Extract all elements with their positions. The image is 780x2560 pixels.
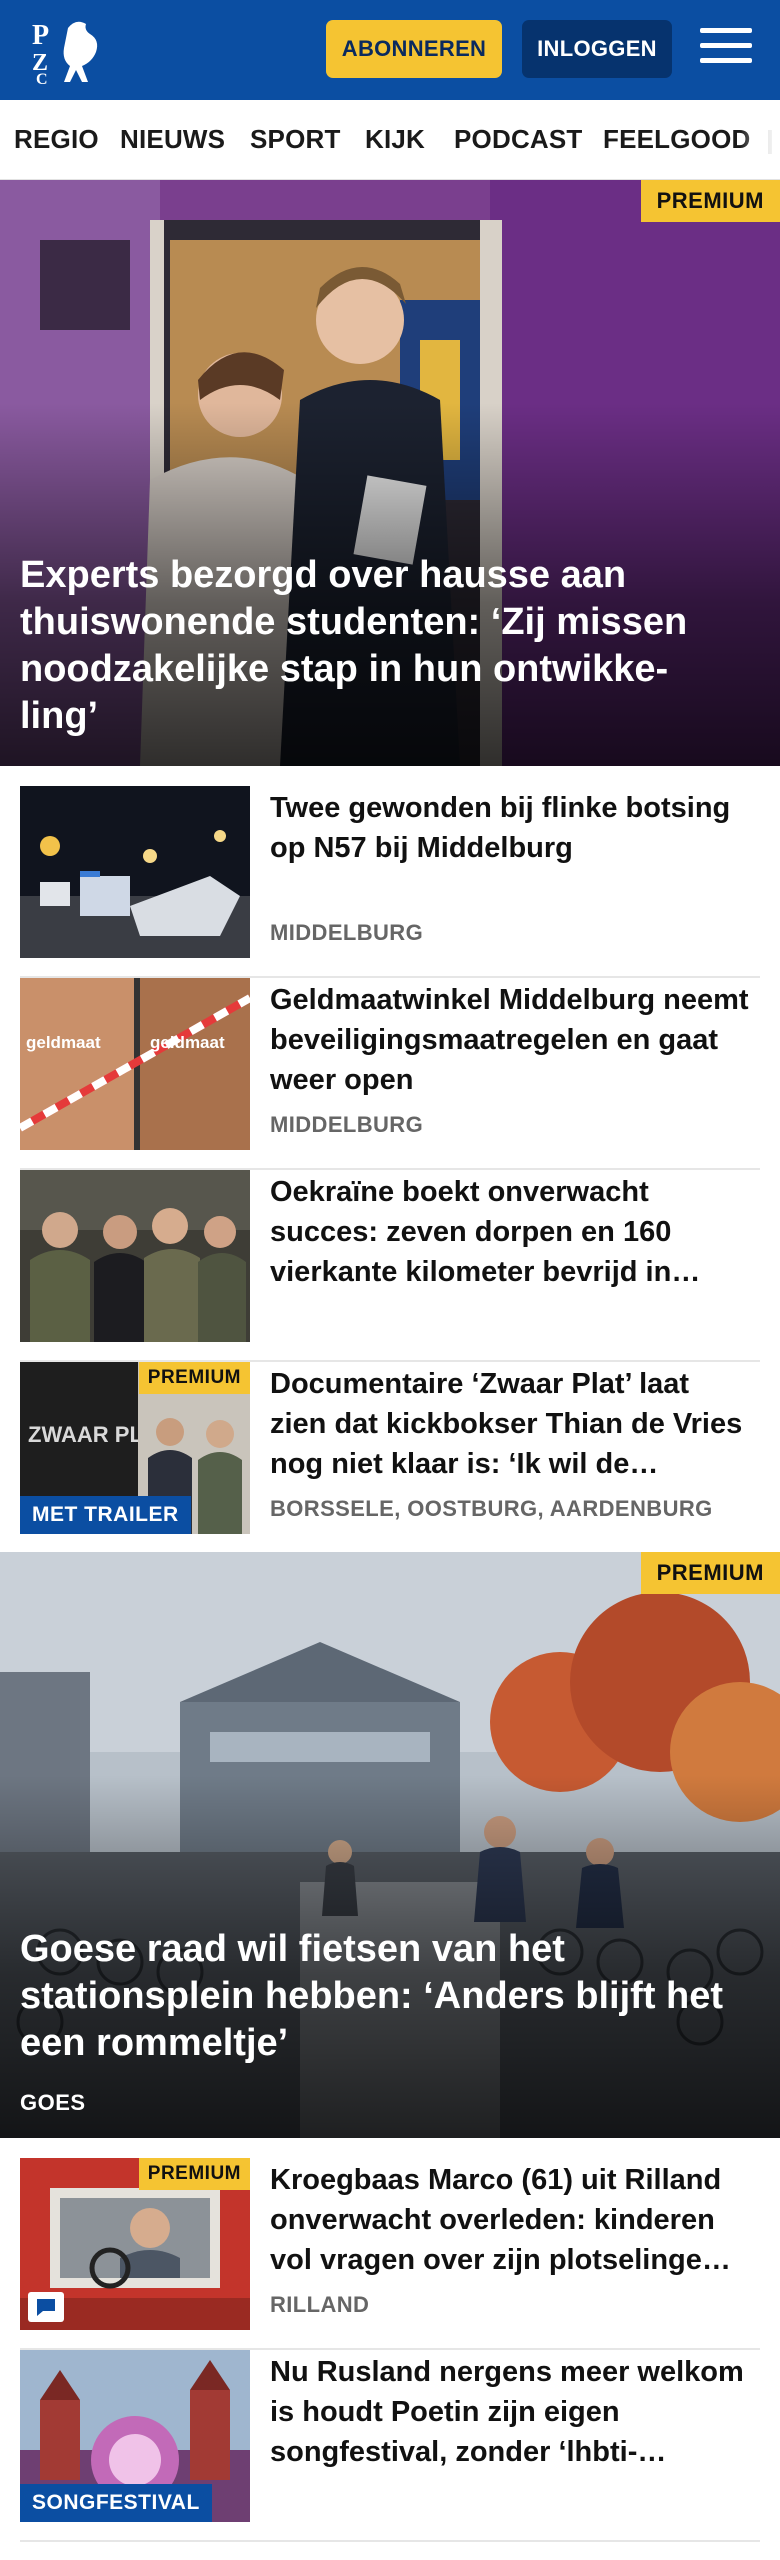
article-location: MIDDELBURG [270, 920, 424, 945]
songfestival-tag[interactable]: SONGFESTIVAL [20, 2484, 212, 2522]
hero-headline[interactable]: Goese raad wil fietsen van het stationsp… [20, 1926, 740, 2067]
thumb-text-right: geldmaat [150, 1033, 225, 1052]
nav-item-sport[interactable]: SPORT [250, 124, 341, 155]
nav-item-podcast[interactable]: PODCAST [454, 124, 583, 155]
hero-headline[interactable]: Experts bezorgd over hausse aan thuiswon… [20, 552, 740, 740]
premium-badge: PREMIUM [640, 180, 780, 222]
article-thumbnail [20, 1170, 250, 1342]
trailer-tag[interactable]: MET TRAILER [20, 1496, 191, 1534]
list-item[interactable]: SONGFESTIVAL Nu Rusland nergens meer wel… [20, 2350, 760, 2542]
article-headline[interactable]: Twee gewonden bij flinke botsing op N57 … [270, 788, 750, 868]
list-item[interactable]: geldmaat geldmaat Geldmaatwinkel Middelb… [20, 978, 760, 1170]
article-location: MIDDELBURG [270, 1112, 424, 1137]
premium-badge: PREMIUM [138, 1362, 250, 1394]
nav-item-nieuws[interactable]: NIEUWS [120, 124, 225, 155]
nav-item-feelgood[interactable]: FEELGOOD [603, 124, 751, 155]
list-item[interactable]: ZWAAR PLAT PREMIUM MET TRAILER Documenta… [20, 1362, 760, 1554]
article-thumbnail: PREMIUM [20, 2158, 250, 2330]
hamburger-menu-icon[interactable] [700, 28, 752, 72]
pzc-logo[interactable]: P Z C [28, 14, 114, 88]
login-button[interactable]: INLOGGEN [522, 20, 672, 78]
svg-text:P: P [32, 20, 49, 51]
article-headline[interactable]: Geldmaatwinkel Middelburg neemt beveilig… [270, 980, 750, 1100]
article-headline[interactable]: Nu Rusland nergens meer welkom is houdt … [270, 2352, 750, 2472]
article-thumbnail [20, 786, 250, 958]
hero-article-goes[interactable]: PREMIUM Goese raad wil fietsen van het s… [0, 1552, 780, 2138]
article-location: BORSSELE, OOSTBURG, AARDENBURG [270, 1496, 713, 1521]
premium-badge: PREMIUM [640, 1552, 780, 1594]
article-headline[interactable]: Kroegbaas Marco (61) uit Rilland onverwa… [270, 2160, 750, 2280]
thumb-text-left: geldmaat [26, 1033, 101, 1052]
list-item[interactable]: Oekraïne boekt onverwacht succes: zeven … [20, 1170, 760, 1362]
nav-fade [740, 100, 780, 179]
hero-article-students[interactable]: PREMIUM Experts bezorgd over hausse aan … [0, 180, 780, 766]
svg-text:C: C [36, 71, 48, 86]
subscribe-button[interactable]: ABONNEREN [326, 20, 502, 78]
section-nav: REGIO NIEUWS SPORT KIJK PODCAST FEELGOOD [0, 100, 780, 180]
hero-location: GOES [20, 2090, 86, 2115]
article-headline[interactable]: Documentaire ‘Zwaar Plat’ laat zien dat … [270, 1364, 750, 1484]
site-header: P Z C ABONNEREN INLOGGEN [0, 0, 780, 100]
nav-item-kijk[interactable]: KIJK [365, 124, 425, 155]
article-headline[interactable]: Oekraïne boekt onverwacht succes: zeven … [270, 1172, 750, 1292]
article-location: RILLAND [270, 2292, 370, 2317]
premium-badge: PREMIUM [138, 2158, 250, 2190]
article-thumbnail: ZWAAR PLAT PREMIUM MET TRAILER [20, 1362, 250, 1534]
comment-icon[interactable] [28, 2292, 64, 2322]
list-item[interactable]: Twee gewonden bij flinke botsing op N57 … [20, 786, 760, 978]
article-thumbnail: geldmaat geldmaat [20, 978, 250, 1150]
nav-item-regio[interactable]: REGIO [14, 124, 99, 155]
list-item[interactable]: PREMIUM Kroegbaas Marco (61) uit Rilland… [20, 2158, 760, 2350]
article-thumbnail: SONGFESTIVAL [20, 2350, 250, 2522]
